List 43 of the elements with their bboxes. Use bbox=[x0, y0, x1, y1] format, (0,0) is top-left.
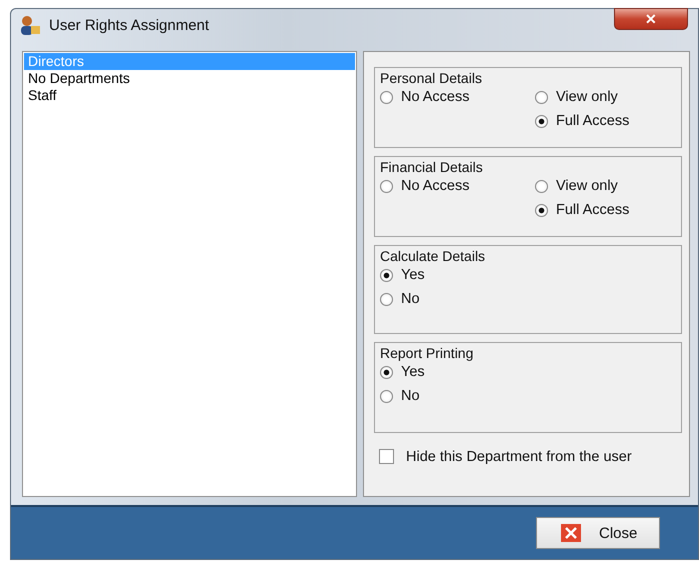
radio-button[interactable] bbox=[380, 268, 393, 282]
option-label: Full Access bbox=[556, 202, 630, 218]
radio-option[interactable]: Yes bbox=[380, 364, 676, 380]
radio-button[interactable] bbox=[535, 204, 548, 217]
radio-option[interactable]: Full Access bbox=[535, 113, 676, 130]
radio-option[interactable]: View only bbox=[535, 178, 676, 194]
option-label: View only bbox=[556, 89, 618, 106]
close-button[interactable]: ✕ bbox=[614, 8, 688, 30]
radio-button[interactable] bbox=[380, 366, 393, 379]
radio-option[interactable]: Full Access bbox=[535, 202, 676, 218]
option-label: No bbox=[401, 388, 420, 404]
radio-button[interactable] bbox=[535, 180, 548, 193]
radio-option[interactable]: No bbox=[380, 388, 676, 404]
radio-button[interactable] bbox=[535, 114, 548, 128]
list-item[interactable]: No Departments bbox=[24, 70, 355, 88]
radio-option[interactable]: No Access bbox=[380, 89, 535, 106]
checkbox[interactable] bbox=[379, 449, 394, 464]
close-icon bbox=[561, 524, 581, 542]
option-label: View only bbox=[556, 178, 618, 194]
users-icon bbox=[19, 14, 41, 36]
radio-button[interactable] bbox=[535, 90, 548, 104]
radio-option[interactable]: Yes bbox=[380, 267, 676, 284]
group-title: Report Printing bbox=[380, 345, 474, 362]
option-label: No Access bbox=[401, 89, 470, 106]
radio-option[interactable]: No Access bbox=[380, 178, 535, 194]
list-item[interactable]: Staff bbox=[24, 87, 355, 104]
option-label: Yes bbox=[401, 267, 425, 284]
option-label: No Access bbox=[401, 178, 470, 194]
radio-button[interactable] bbox=[380, 390, 393, 403]
group-title: Personal Details bbox=[380, 70, 483, 86]
option-label: Yes bbox=[401, 364, 425, 380]
group-title: Financial Details bbox=[380, 159, 484, 176]
close-button[interactable]: Close bbox=[536, 517, 660, 550]
radio-button[interactable] bbox=[380, 180, 393, 193]
radio-button[interactable] bbox=[380, 292, 393, 306]
radio-option[interactable]: View only bbox=[535, 89, 676, 106]
radio-option[interactable]: No bbox=[380, 291, 676, 308]
checkbox-label: Hide this Department from the user bbox=[406, 449, 633, 466]
radio-button[interactable] bbox=[380, 90, 393, 104]
group-title: Calculate Details bbox=[380, 248, 486, 264]
window-title: User Rights Assignment bbox=[49, 16, 210, 34]
option-label: Full Access bbox=[556, 113, 630, 130]
option-label: No bbox=[401, 291, 420, 308]
